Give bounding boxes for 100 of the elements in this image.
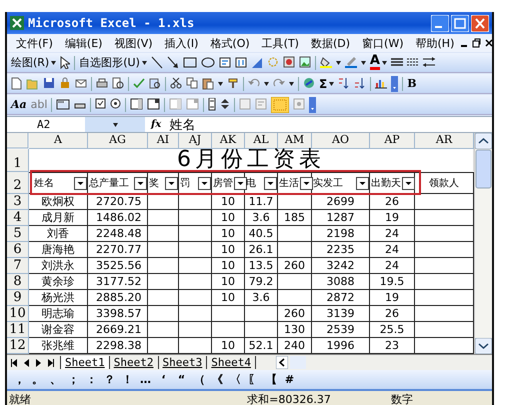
row-header[interactable]: 1 [7, 149, 29, 172]
table-cell: 2235 [312, 242, 370, 258]
table-cell: 19.5 [370, 274, 415, 290]
menu-item[interactable]: 数据(D) [304, 34, 356, 52]
table-cell: 欧炯权 [29, 194, 88, 210]
table-cell: 谢金容 [29, 322, 88, 338]
draw-menu[interactable]: 绘图(R) [11, 55, 56, 70]
table-cell: 19 [370, 210, 415, 226]
column-title: 奖 [149, 177, 159, 190]
label-tool-button[interactable]: Aa [11, 98, 27, 111]
table-cell: 3.6 [245, 290, 278, 306]
sheet-tab[interactable]: Sheet3 [158, 356, 208, 369]
table-cell: 2198 [312, 226, 370, 242]
row-header[interactable]: 3 [7, 194, 29, 210]
table-cell: 2248.48 [88, 226, 148, 242]
row-header[interactable]: 8 [7, 274, 29, 290]
column-header[interactable]: AK [212, 133, 245, 149]
punctuation-button[interactable]: 【 [265, 372, 278, 387]
table-cell: 唐海艳 [29, 242, 88, 258]
punctuation-button[interactable]: 。 [31, 372, 44, 387]
table-cell: 3139 [312, 306, 370, 322]
row-header[interactable]: 4 [7, 210, 29, 226]
font-color-button[interactable]: A [370, 55, 387, 70]
punctuation-button[interactable]: （ [193, 372, 206, 387]
column-title: 实发工 [313, 176, 343, 190]
punctuation-button[interactable]: ！ [121, 372, 134, 387]
column-header[interactable]: AG [88, 133, 148, 149]
menu-item[interactable]: 工具(T) [256, 34, 305, 52]
bold-button[interactable]: B [407, 77, 417, 90]
column-header[interactable]: AJ [179, 133, 212, 149]
row-header[interactable]: 6 [7, 242, 29, 258]
table-cell: 3.6 [245, 210, 278, 226]
row-header[interactable]: 7 [7, 258, 29, 274]
table-cell: 10 [212, 290, 245, 306]
menu-item[interactable]: 帮助(H) [410, 34, 460, 52]
table-cell: 40.5 [245, 226, 278, 242]
menu-item[interactable]: 插入(I) [158, 34, 204, 52]
status-sum: 求和=80326.37 [246, 392, 332, 405]
column-title: 生活 [279, 176, 299, 190]
column-title: 姓名 [34, 177, 54, 190]
table-cell: 2885.20 [88, 290, 148, 306]
table-cell: 2699 [312, 194, 370, 210]
table-cell: 10 [212, 226, 245, 242]
punctuation-button[interactable]: 《 [211, 372, 224, 387]
table-cell: 10 [212, 242, 245, 258]
punctuation-button[interactable]: 、 [49, 372, 62, 387]
column-header[interactable]: AM [278, 133, 312, 149]
menu-item[interactable]: 编辑(E) [58, 34, 108, 52]
table-cell: 3525.56 [88, 258, 148, 274]
autoshapes-menu[interactable]: 自选图形(U) [79, 55, 147, 70]
punctuation-button[interactable]: ‘ [157, 373, 170, 386]
column-title: 房管 [213, 176, 233, 190]
row-header[interactable]: 12 [7, 338, 29, 354]
row-header[interactable]: 9 [7, 290, 29, 306]
menu-item[interactable]: 文件(F) [10, 34, 59, 52]
table-cell: 10 [212, 194, 245, 210]
status-mode: 数字 [390, 392, 413, 405]
column-header[interactable]: AI [148, 133, 179, 149]
punctuation-button[interactable]: ； [67, 372, 80, 387]
punctuation-button[interactable]: 〈 [229, 372, 242, 387]
column-header[interactable]: AO [312, 133, 370, 149]
window-title: Microsoft Excel - 1.xls [28, 16, 196, 30]
table-cell: 3177.52 [88, 274, 148, 290]
column-header[interactable]: AL [245, 133, 278, 149]
column-title: 总产量工 [89, 176, 129, 190]
punctuation-button[interactable]: ？ [103, 372, 116, 387]
insert-function-button[interactable]: fx [145, 119, 170, 130]
table-cell: 260 [278, 258, 312, 274]
column-header[interactable]: A [29, 133, 88, 149]
punctuation-button[interactable]: “ [175, 373, 188, 386]
punctuation-button[interactable]: … [139, 373, 152, 386]
menu-item[interactable]: 视图(V) [108, 34, 159, 52]
punctuation-button[interactable]: ： [85, 372, 98, 387]
punctuation-button[interactable]: 〖 [247, 372, 260, 387]
row-header[interactable]: 10 [7, 306, 29, 322]
row-header[interactable]: 2 [7, 172, 29, 194]
sheet-tab[interactable]: Sheet1 [60, 356, 110, 369]
column-header[interactable]: AP [370, 133, 415, 149]
row-header[interactable]: 5 [7, 226, 29, 242]
table-cell: 185 [278, 210, 312, 226]
autosum-button[interactable]: Σ [319, 76, 334, 90]
table-cell: 260 [278, 306, 312, 322]
row-header[interactable]: 11 [7, 322, 29, 338]
table-cell: 130 [278, 322, 312, 338]
punctuation-button[interactable]: # [283, 373, 296, 386]
punctuation-button[interactable]: ， [13, 372, 26, 387]
table-cell: 10 [212, 274, 245, 290]
formula-field[interactable]: 姓名 [169, 116, 196, 134]
table-cell: 黄余珍 [29, 274, 88, 290]
column-header[interactable]: AR [415, 133, 474, 149]
menu-item[interactable]: 格式(O) [204, 34, 256, 52]
table-cell: 19 [370, 290, 415, 306]
column-title: 罚 [180, 177, 190, 190]
table-cell: 2270.77 [88, 242, 148, 258]
name-box[interactable]: A2 [7, 118, 85, 131]
table-cell: 26 [370, 194, 415, 210]
column-title: 领款人 [429, 177, 459, 190]
table-cell: 刘洪永 [29, 258, 88, 274]
menu-item[interactable]: 窗口(W) [356, 34, 410, 52]
edit-box-tool-button[interactable]: abl [30, 98, 48, 111]
